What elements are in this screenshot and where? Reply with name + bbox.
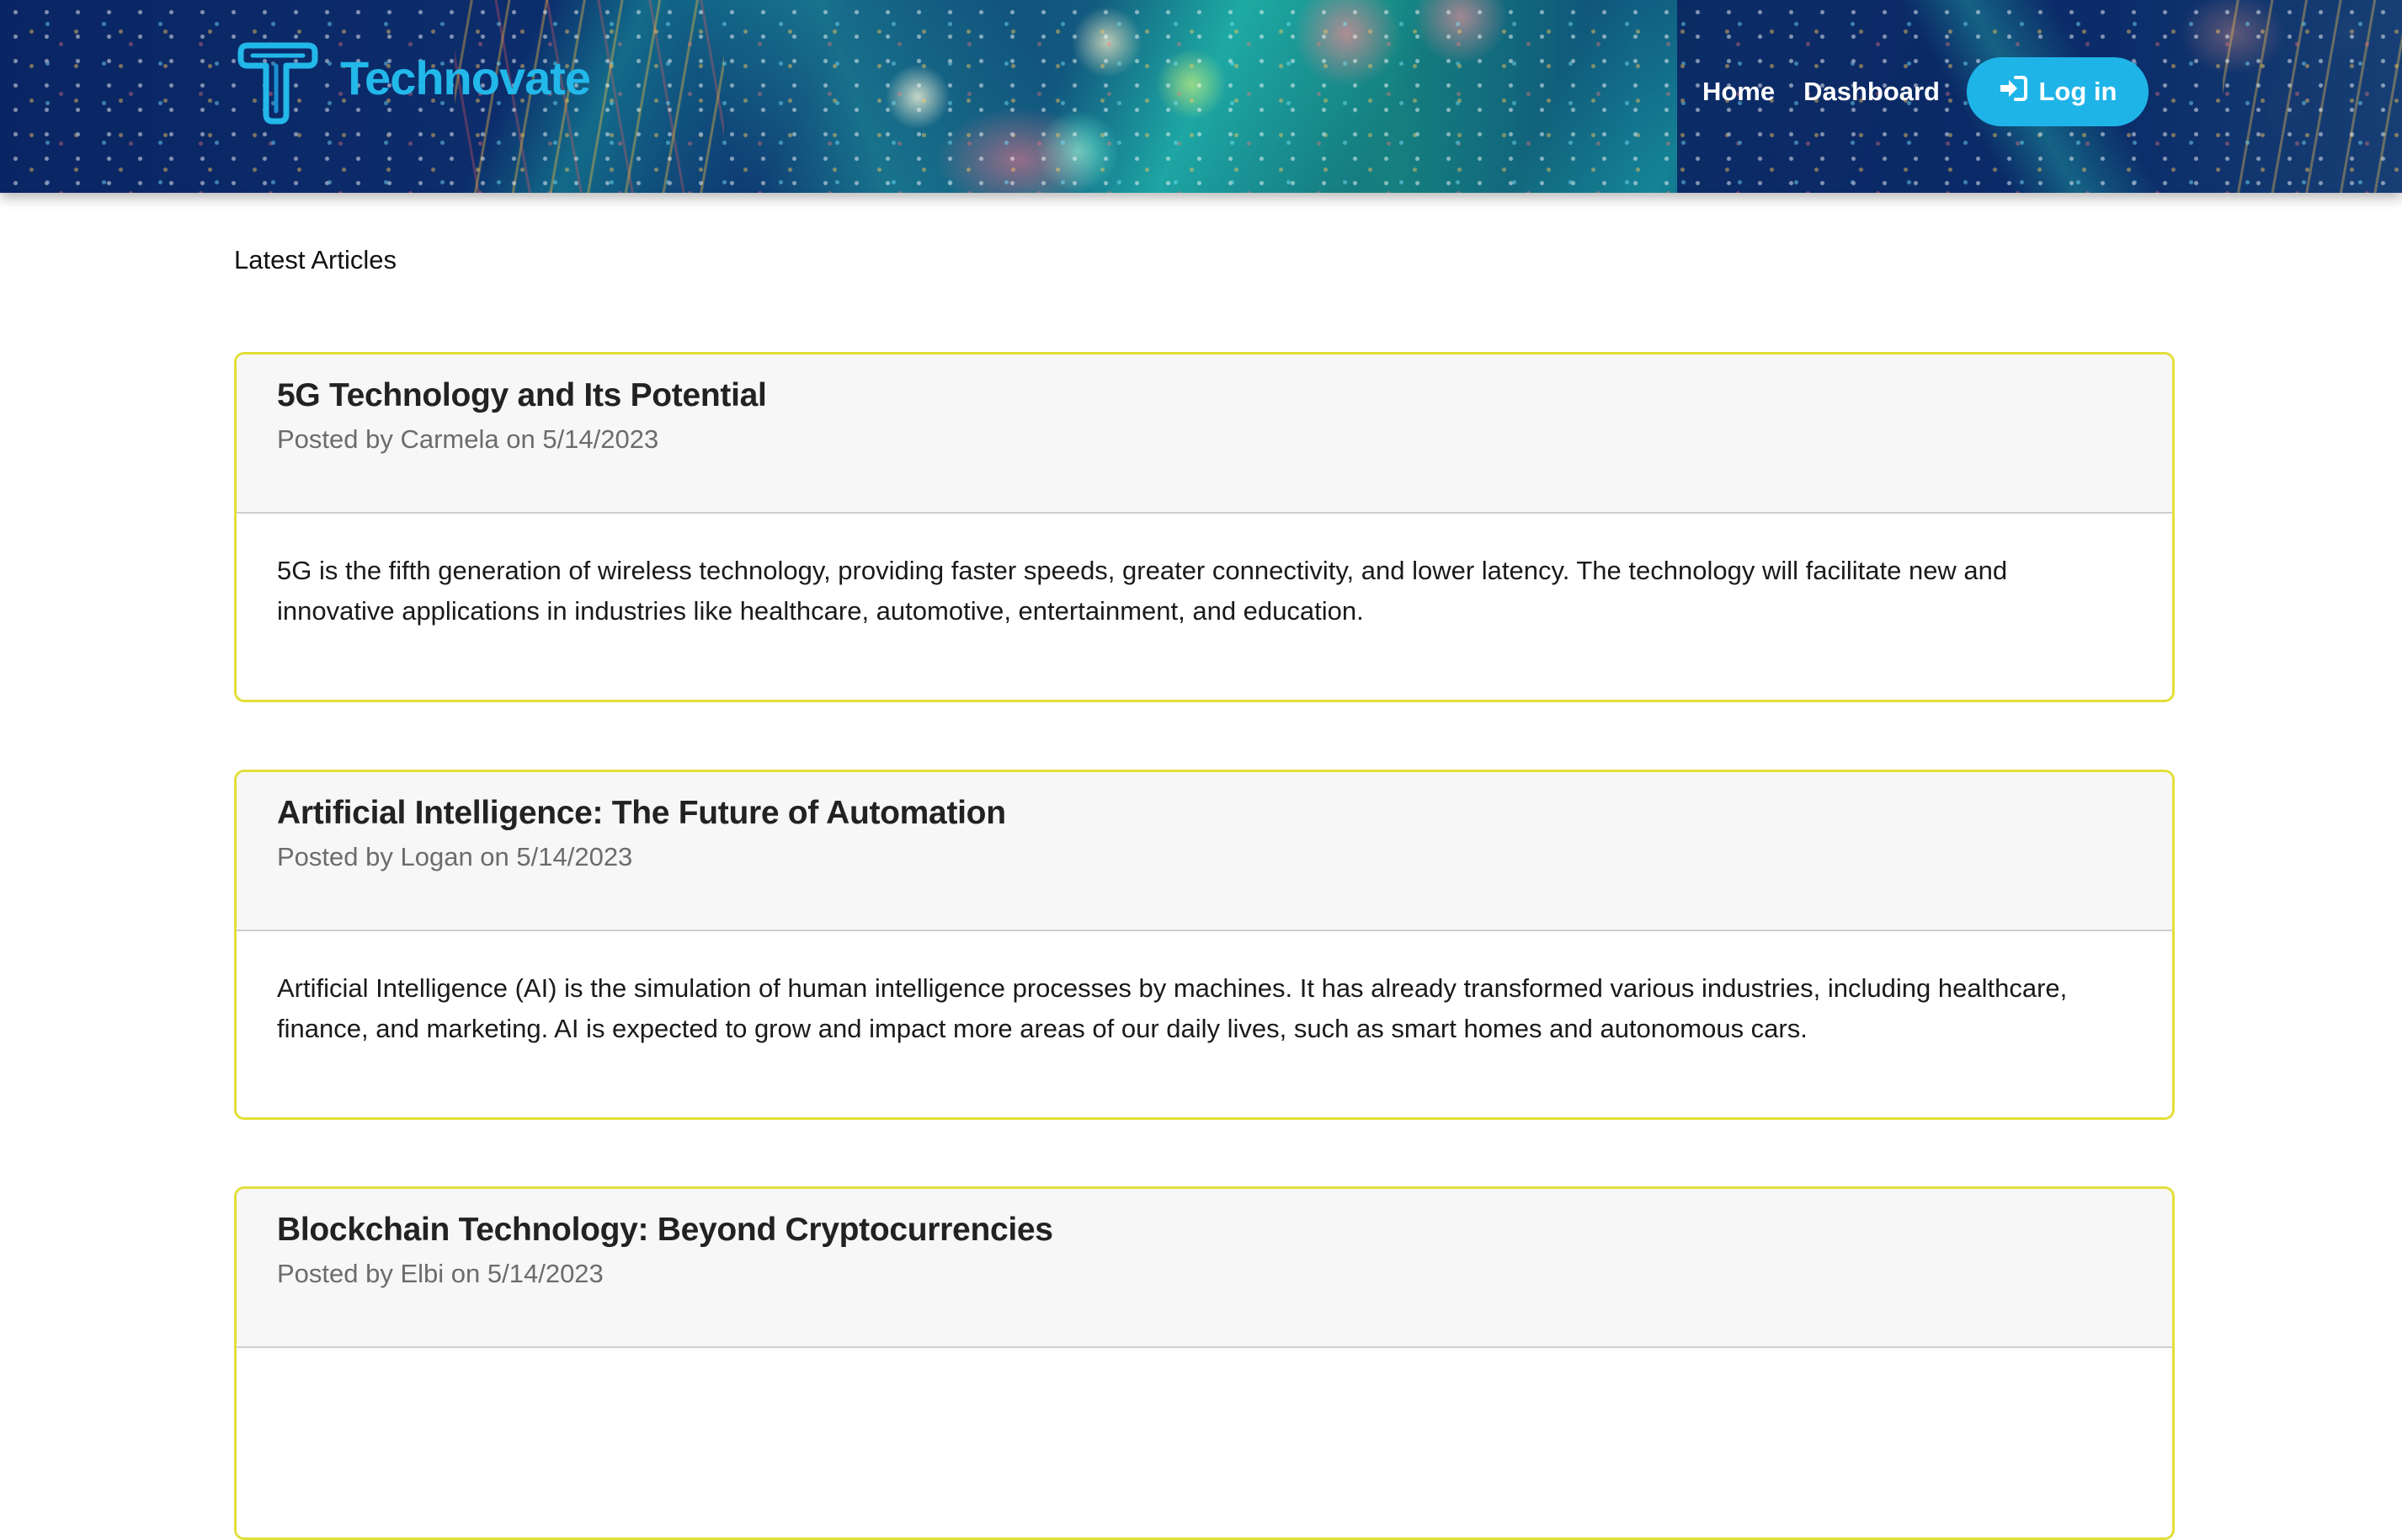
article-card[interactable]: 5G Technology and Its Potential Posted b… [234,352,2175,702]
technovate-logo-icon [234,40,318,125]
section-title: Latest Articles [234,245,397,274]
login-button-label: Log in [2038,77,2117,106]
article-body [237,1348,2172,1535]
brand-logo-link[interactable]: Technovate [234,40,591,125]
article-title[interactable]: Blockchain Technology: Beyond Cryptocurr… [277,1211,2132,1250]
article-title[interactable]: 5G Technology and Its Potential [277,376,2132,416]
article-meta: Posted by Carmela on 5/14/2023 [277,424,659,454]
login-button[interactable]: Log in [1967,57,2149,126]
article-card[interactable]: Artificial Intelligence: The Future of A… [234,770,2175,1120]
brand-name: Technovate [340,51,591,104]
article-meta: Posted by Elbi on 5/14/2023 [277,1258,604,1288]
article-body: 5G is the fifth generation of wireless t… [277,556,2008,626]
article-body: Artificial Intelligence (AI) is the simu… [277,973,2068,1043]
article-card-header: Artificial Intelligence: The Future of A… [237,772,2172,931]
site-header: Technovate Home Dashboard Log in [0,0,2402,193]
sign-in-icon [1999,76,2039,108]
article-card-header: 5G Technology and Its Potential Posted b… [237,354,2172,514]
article-title[interactable]: Artificial Intelligence: The Future of A… [277,794,2132,834]
article-meta: Posted by Logan on 5/14/2023 [277,841,633,871]
article-card-header: Blockchain Technology: Beyond Cryptocurr… [237,1189,2172,1348]
article-card[interactable]: Blockchain Technology: Beyond Cryptocurr… [234,1186,2175,1540]
nav-dashboard-link[interactable]: Dashboard [1803,77,1940,107]
nav-home-link[interactable]: Home [1702,77,1775,107]
main-nav: Home Dashboard Log in [1702,57,2149,126]
